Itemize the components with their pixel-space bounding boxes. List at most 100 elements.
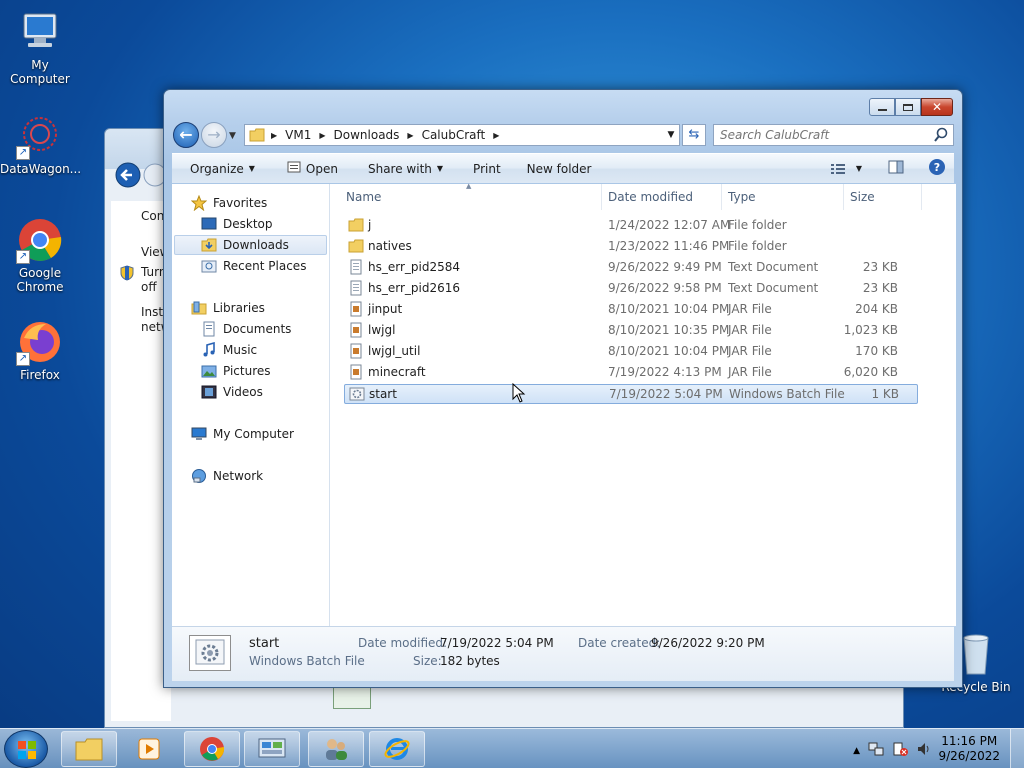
file-date-modified: 8/10/2021 10:04 PM xyxy=(608,302,730,316)
view-controls: ▼ ? xyxy=(830,158,954,179)
media-player-icon xyxy=(138,738,160,760)
taskbar-users[interactable] xyxy=(308,731,364,767)
help-button[interactable]: ? xyxy=(928,158,946,179)
taskbar-explorer[interactable] xyxy=(61,731,117,767)
forward-button[interactable]: → xyxy=(201,122,227,148)
desktop-icon-label: Google Chrome xyxy=(16,266,64,294)
column-header-size[interactable]: Size xyxy=(844,184,922,210)
nav-network[interactable]: Network xyxy=(172,466,329,486)
nav-videos[interactable]: Videos xyxy=(172,382,329,402)
column-header-size-label: Size xyxy=(850,190,875,204)
breadcrumb-separator-icon[interactable]: ▶ xyxy=(403,131,417,140)
address-bar[interactable]: ▶ VM1 ▶ Downloads ▶ CalubCraft ▶ ▼ xyxy=(244,124,680,146)
network-tray-icon[interactable] xyxy=(868,741,884,760)
taskbar-internet-explorer[interactable] xyxy=(369,731,425,767)
file-date-modified: 7/19/2022 5:04 PM xyxy=(609,387,723,401)
taskbar-media-player[interactable] xyxy=(121,731,177,767)
arrow-left-icon: ← xyxy=(179,125,193,144)
clock[interactable]: 11:16 PM 9/26/2022 xyxy=(938,734,1000,764)
text-document-icon xyxy=(348,259,364,278)
breadcrumb-downloads[interactable]: Downloads xyxy=(330,128,404,142)
file-row[interactable]: j 1/24/2022 12:07 AM File folder xyxy=(344,216,918,236)
column-header-date-modified[interactable]: Date modified xyxy=(602,184,722,210)
desktop-icon-my-computer[interactable]: My Computer xyxy=(0,8,80,86)
nav-libraries-label: Libraries xyxy=(213,301,265,315)
open-label: Open xyxy=(305,161,338,176)
recent-places-icon xyxy=(201,258,217,274)
show-desktop-button[interactable] xyxy=(1010,729,1024,768)
breadcrumb-separator-icon[interactable]: ▶ xyxy=(489,131,503,140)
chevron-down-icon: ▼ xyxy=(855,164,862,173)
nav-documents[interactable]: Documents xyxy=(172,319,329,339)
history-dropdown-icon[interactable]: ▼ xyxy=(229,131,236,141)
new-folder-button[interactable]: New folder xyxy=(518,154,601,183)
network-icon xyxy=(191,468,207,484)
start-button[interactable] xyxy=(4,730,48,768)
details-date-created-label: Date created: xyxy=(578,636,661,650)
file-row[interactable]: start 7/19/2022 5:04 PM Windows Batch File… xyxy=(344,384,918,404)
nav-music[interactable]: Music xyxy=(172,340,329,360)
desktop-icon-google-chrome[interactable]: ↗ Google Chrome xyxy=(0,216,80,294)
minimize-button[interactable] xyxy=(869,98,895,116)
mouse-cursor-icon xyxy=(512,383,526,403)
print-button[interactable]: Print xyxy=(464,154,510,183)
file-row[interactable]: jinput 8/10/2021 10:04 PM JAR File 204 KB xyxy=(344,300,918,320)
address-dropdown-icon[interactable]: ▼ xyxy=(663,130,679,140)
explorer-window[interactable]: ✕ ← → ▼ ▶ VM1 ▶ Downloads ▶ CalubCraft ▶… xyxy=(163,89,963,688)
search-icon[interactable] xyxy=(933,127,949,143)
nav-downloads[interactable]: Downloads xyxy=(174,235,327,255)
preview-pane-button[interactable] xyxy=(888,160,904,177)
nav-favorites[interactable]: Favorites xyxy=(172,193,329,213)
search-input[interactable] xyxy=(714,125,924,145)
search-box[interactable] xyxy=(713,124,954,146)
internet-explorer-icon xyxy=(384,738,410,760)
documents-icon xyxy=(201,321,217,337)
file-row[interactable]: hs_err_pid2616 9/26/2022 9:58 PM Text Docu… xyxy=(344,279,918,299)
refresh-button[interactable]: ⇆ xyxy=(682,124,706,146)
back-button[interactable]: ← xyxy=(173,122,199,148)
breadcrumb-separator-icon[interactable]: ▶ xyxy=(267,131,281,140)
file-row[interactable]: natives 1/23/2022 11:46 PM File folder xyxy=(344,237,918,257)
nav-recent-places[interactable]: Recent Places xyxy=(172,256,329,276)
libraries-icon xyxy=(191,300,207,316)
control-panel-icon xyxy=(258,738,286,758)
file-row[interactable]: hs_err_pid2584 9/26/2022 9:49 PM Text Docu… xyxy=(344,258,918,278)
videos-icon xyxy=(201,384,217,400)
file-row[interactable]: lwjgl 8/10/2021 10:35 PM JAR File 1,023 KB xyxy=(344,321,918,341)
organize-button[interactable]: Organize ▼ xyxy=(172,154,264,183)
close-button[interactable]: ✕ xyxy=(921,98,953,116)
column-header-type[interactable]: Type xyxy=(722,184,844,210)
show-hidden-icons-button[interactable]: ▲ xyxy=(853,746,860,756)
volume-icon[interactable] xyxy=(916,741,932,760)
desktop-icon-firefox[interactable]: ↗ Firefox xyxy=(0,318,80,382)
details-file-name: start xyxy=(249,636,280,651)
breadcrumb-vm1[interactable]: VM1 xyxy=(281,128,315,142)
nav-documents-label: Documents xyxy=(223,322,292,336)
breadcrumb-separator-icon[interactable]: ▶ xyxy=(315,131,329,140)
column-header-name[interactable]: Name ▲ xyxy=(340,182,602,210)
file-name: minecraft xyxy=(368,365,426,379)
file-type: File folder xyxy=(728,239,787,253)
share-with-button[interactable]: Share with ▼ xyxy=(359,154,452,183)
open-button[interactable]: Open xyxy=(278,154,347,183)
file-row[interactable]: minecraft 7/19/2022 4:13 PM JAR File 6,020 … xyxy=(344,363,918,383)
file-type: File folder xyxy=(728,218,787,232)
file-size: 1,023 KB xyxy=(843,323,898,337)
file-name: start xyxy=(369,387,397,401)
view-options-button[interactable]: ▼ xyxy=(830,162,862,176)
nav-desktop[interactable]: Desktop xyxy=(172,214,329,234)
taskbar-control-panel[interactable] xyxy=(244,731,300,767)
breadcrumb-calubcraft[interactable]: CalubCraft xyxy=(418,128,490,142)
nav-libraries[interactable]: Libraries xyxy=(172,298,329,318)
file-name: jinput xyxy=(368,302,403,316)
taskbar-chrome[interactable] xyxy=(184,731,240,767)
action-center-icon[interactable] xyxy=(892,741,908,760)
nav-my-computer[interactable]: My Computer xyxy=(172,424,329,444)
nav-pictures[interactable]: Pictures xyxy=(172,361,329,381)
desktop-icon-datawagon[interactable]: ↗ DataWagon... xyxy=(0,112,82,176)
desktop-icon-label: DataWagon... xyxy=(0,162,82,176)
star-icon xyxy=(190,194,208,212)
file-row[interactable]: lwjgl_util 8/10/2021 10:04 PM JAR File 170 … xyxy=(344,342,918,362)
maximize-button[interactable] xyxy=(895,98,921,116)
navigation-pane: Favorites Desktop Downloads Recent Place… xyxy=(172,184,330,626)
